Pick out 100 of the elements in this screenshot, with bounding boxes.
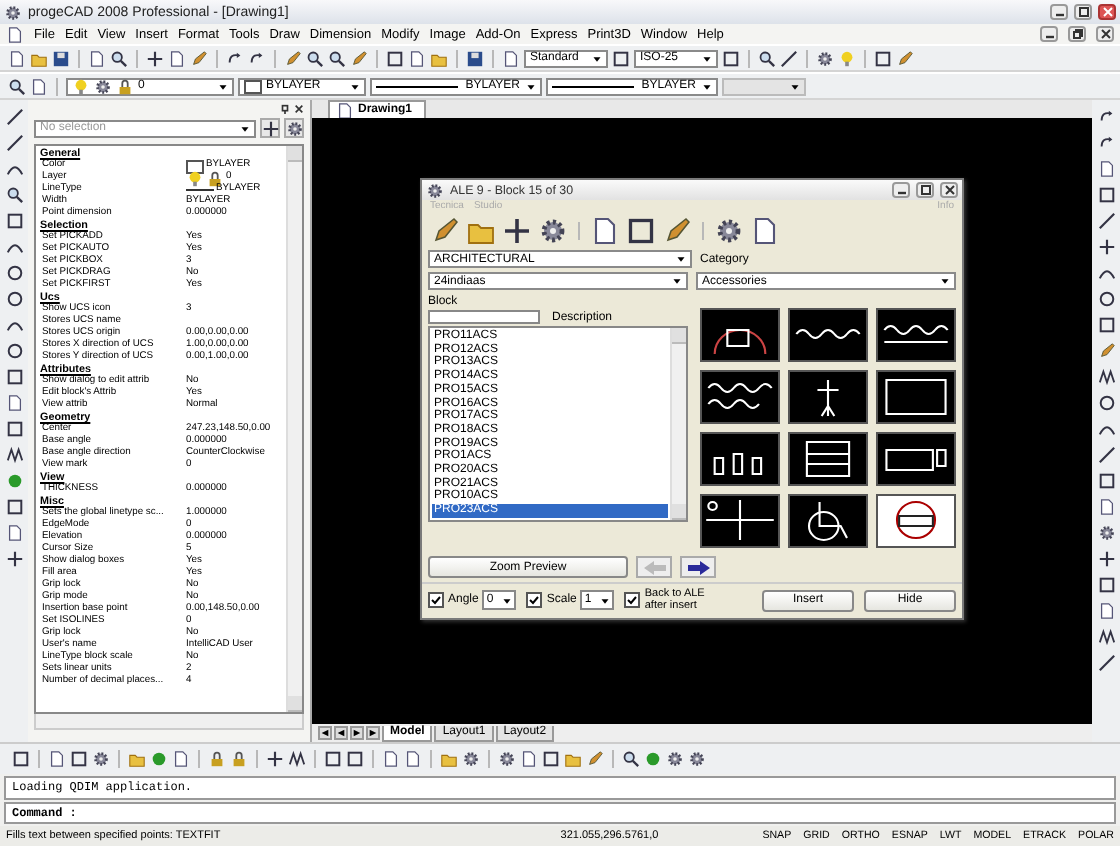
page-icon[interactable] (48, 750, 66, 768)
dot-icon[interactable] (644, 750, 662, 768)
tab-scroll-button[interactable] (350, 726, 364, 740)
tab-scroll-button[interactable] (366, 726, 380, 740)
folder-icon[interactable] (128, 750, 146, 768)
page-icon[interactable] (5, 394, 23, 412)
circle-icon[interactable] (1097, 290, 1115, 308)
magnifier-icon[interactable] (110, 49, 128, 67)
square-icon[interactable] (626, 216, 656, 246)
dropdown-arrow-icon[interactable] (598, 593, 613, 607)
square-icon[interactable] (5, 212, 23, 230)
page-icon[interactable] (408, 49, 426, 67)
circle-icon[interactable] (5, 264, 23, 282)
cross-icon[interactable] (502, 216, 532, 246)
scrollbar[interactable] (286, 146, 302, 712)
square-icon[interactable] (5, 498, 23, 516)
block-thumbnail[interactable] (700, 308, 780, 362)
square-icon[interactable] (612, 49, 630, 67)
gear-icon[interactable] (816, 49, 834, 67)
page-icon[interactable] (1097, 498, 1115, 516)
next-button[interactable] (680, 556, 716, 578)
zigzag-icon[interactable] (1097, 368, 1115, 386)
block-thumbnail[interactable] (876, 432, 956, 486)
dot-icon[interactable] (5, 472, 23, 490)
close-button[interactable] (940, 182, 958, 198)
line-icon[interactable] (1097, 446, 1115, 464)
dropdown-arrow-icon[interactable] (238, 121, 252, 135)
checkbox[interactable] (624, 592, 641, 608)
cross-icon[interactable] (1097, 238, 1115, 256)
zigzag-icon[interactable] (5, 446, 23, 464)
magnifier-icon[interactable] (8, 77, 26, 95)
tab-scroll-button[interactable] (334, 726, 348, 740)
square-icon[interactable] (12, 750, 30, 768)
cross-icon[interactable] (266, 750, 284, 768)
square-icon[interactable] (542, 750, 560, 768)
dot-icon[interactable] (150, 750, 168, 768)
page-icon[interactable] (1097, 602, 1115, 620)
block-thumbnail[interactable] (788, 494, 868, 548)
square-icon[interactable] (1097, 472, 1115, 490)
square-icon[interactable] (5, 420, 23, 438)
square-icon[interactable] (1097, 186, 1115, 204)
dropdown-arrow-icon[interactable] (590, 51, 604, 65)
block-field[interactable] (428, 310, 540, 324)
zigzag-icon[interactable] (1097, 628, 1115, 646)
block-thumbnail[interactable] (700, 432, 780, 486)
drawing-canvas[interactable] (312, 118, 1092, 724)
magnifier-icon[interactable] (328, 49, 346, 67)
checkbox[interactable] (428, 592, 444, 608)
page-icon[interactable] (88, 49, 106, 67)
page-icon[interactable] (172, 750, 190, 768)
pencil-icon[interactable] (586, 750, 604, 768)
select-objects-button[interactable] (260, 118, 280, 138)
page-icon[interactable] (750, 216, 780, 246)
page-icon[interactable] (590, 216, 620, 246)
dropdown-arrow-icon[interactable] (216, 79, 230, 93)
lock-icon[interactable] (230, 750, 248, 768)
zigzag-icon[interactable] (288, 750, 306, 768)
lock-icon[interactable] (208, 750, 226, 768)
gear-icon[interactable] (1097, 524, 1115, 542)
restore-button[interactable] (1068, 26, 1086, 42)
magnifier-icon[interactable] (5, 186, 23, 204)
dropdown-arrow-icon[interactable] (348, 79, 362, 93)
page-icon[interactable] (502, 49, 520, 67)
minimize-button[interactable] (1040, 26, 1058, 42)
block-thumbnail[interactable] (788, 432, 868, 486)
folder-icon[interactable] (430, 49, 448, 67)
close-button[interactable] (1096, 26, 1114, 42)
magnifier-icon[interactable] (306, 49, 324, 67)
square-icon[interactable] (346, 750, 364, 768)
square-icon[interactable] (70, 750, 88, 768)
block-thumbnail[interactable] (876, 494, 956, 548)
pencil-icon[interactable] (1097, 342, 1115, 360)
dropdown-arrow-icon[interactable] (524, 79, 538, 93)
line-icon[interactable] (1097, 212, 1115, 230)
square-icon[interactable] (5, 368, 23, 386)
arc-icon[interactable] (5, 238, 23, 256)
circle-icon[interactable] (5, 342, 23, 360)
pencil-icon[interactable] (662, 216, 692, 246)
square-icon[interactable] (874, 49, 892, 67)
pencil-icon[interactable] (896, 49, 914, 67)
scrollbar[interactable] (34, 714, 304, 730)
pencil-icon[interactable] (284, 49, 302, 67)
maximize-button[interactable] (1074, 4, 1092, 20)
cross-icon[interactable] (146, 49, 164, 67)
page-icon[interactable] (168, 49, 186, 67)
line-icon[interactable] (780, 49, 798, 67)
pencil-icon[interactable] (190, 49, 208, 67)
pin-icon[interactable] (280, 104, 290, 114)
filter-button[interactable] (284, 118, 304, 138)
square-icon[interactable] (324, 750, 342, 768)
close-button[interactable] (1098, 4, 1116, 20)
minimize-button[interactable] (1050, 4, 1068, 20)
square-icon[interactable] (722, 49, 740, 67)
minimize-button[interactable] (892, 182, 910, 198)
magnifier-icon[interactable] (758, 49, 776, 67)
page-icon[interactable] (1097, 160, 1115, 178)
line-icon[interactable] (5, 108, 23, 126)
block-thumbnail[interactable] (876, 370, 956, 424)
scrollbar[interactable] (670, 328, 686, 520)
square-icon[interactable] (1097, 316, 1115, 334)
